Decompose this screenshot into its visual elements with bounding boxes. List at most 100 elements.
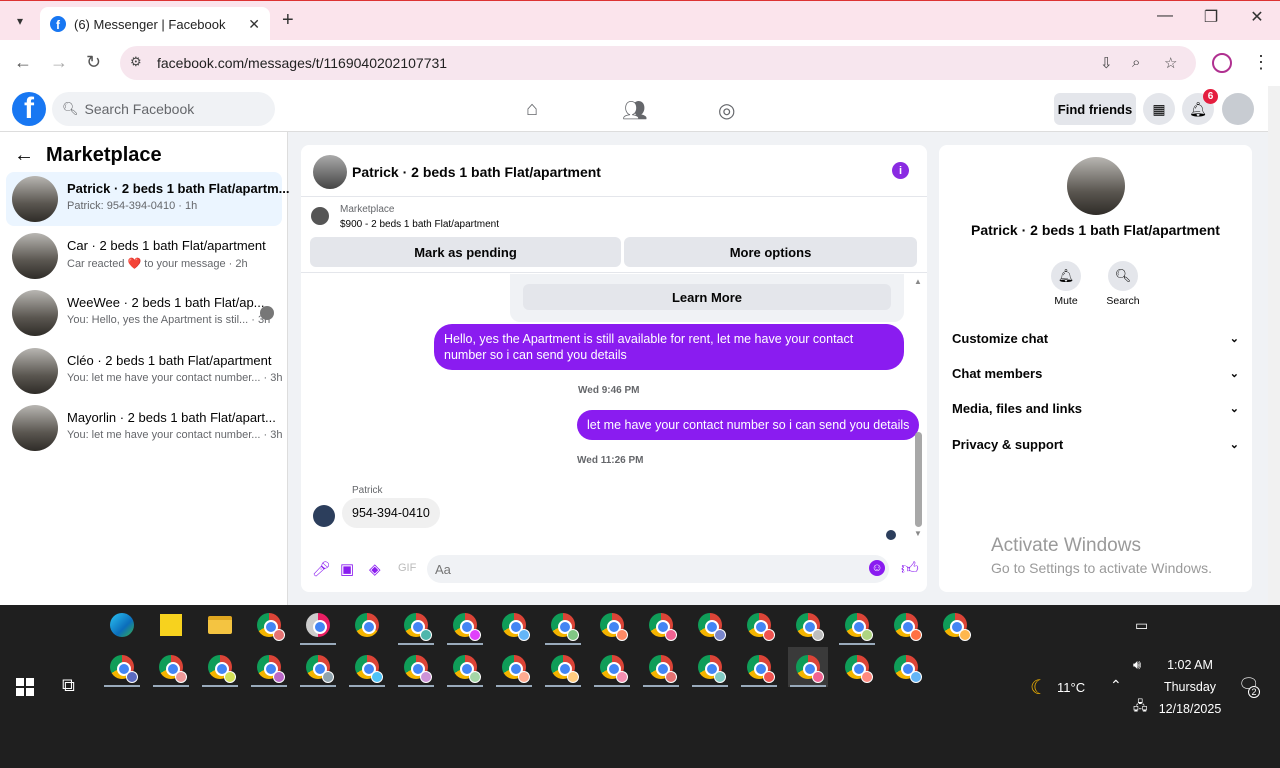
chrome-profile-icon[interactable] [592, 647, 632, 687]
thumbs-up-icon[interactable]: 👍︎ [901, 558, 919, 579]
search-facebook-input[interactable]: 🔍︎ Search Facebook [52, 92, 275, 126]
customize-chat-row[interactable]: Customize chat ⌄ [952, 326, 1239, 350]
conversation-item[interactable]: Cléo · 2 beds 1 bath Flat/apartment You:… [6, 344, 282, 398]
chrome-profile-icon[interactable] [788, 605, 828, 645]
chrome-profile-icon[interactable] [249, 605, 289, 645]
chat-title[interactable]: Patrick · 2 beds 1 bath Flat/apartment [352, 164, 601, 180]
sticker-icon[interactable]: ◈ [369, 560, 381, 578]
tab-close-icon[interactable]: ✕ [248, 16, 260, 33]
conversation-item[interactable]: Mayorlin · 2 beds 1 bath Flat/apart... Y… [6, 401, 282, 455]
chrome-profile-icon[interactable] [690, 605, 730, 645]
mute-button[interactable]: 🔔︎ Mute [1036, 261, 1096, 307]
chrome-profile-icon[interactable] [837, 605, 877, 645]
find-friends-button[interactable]: Find friends [1054, 93, 1136, 125]
browser-profile-icon[interactable] [1212, 53, 1232, 73]
file-explorer-icon[interactable] [200, 605, 240, 645]
chrome-profile-icon[interactable] [249, 647, 289, 687]
microphone-icon[interactable]: 🎤︎ [312, 560, 331, 578]
task-view-icon[interactable]: ⧉ [62, 675, 75, 696]
chrome-profile-icon[interactable] [739, 605, 779, 645]
account-avatar[interactable] [1222, 93, 1254, 125]
listing-thumbnail[interactable] [311, 207, 329, 225]
chat-scrollbar[interactable]: ▲ ▼ [914, 277, 923, 538]
chrome-profile-icon[interactable] [935, 605, 975, 645]
listing-price[interactable]: $900 - 2 beds 1 bath Flat/apartment [340, 219, 499, 230]
minimize-icon[interactable]: — [1150, 7, 1180, 25]
scroll-down-icon[interactable]: ▼ [914, 529, 922, 538]
site-settings-icon[interactable]: ⚙ [130, 54, 142, 70]
chrome-profile-icon[interactable] [739, 647, 779, 687]
scroll-up-icon[interactable]: ▲ [914, 277, 922, 286]
search-button[interactable]: 🔍︎ Search [1093, 261, 1153, 307]
chrome-profile-icon[interactable] [151, 647, 191, 687]
gif-icon[interactable]: GIF [398, 562, 416, 574]
weather-moon-icon[interactable]: ☾ [1030, 675, 1048, 700]
chrome-profile-icon[interactable] [298, 647, 338, 687]
incoming-message[interactable]: 954-394-0410 [342, 498, 440, 528]
chrome-profile-icon[interactable] [445, 647, 485, 687]
scrollbar-thumb[interactable] [915, 432, 922, 527]
home-icon[interactable]: ⌂ [526, 98, 538, 121]
photo-icon[interactable]: ▣ [340, 560, 354, 578]
clock-time[interactable]: 1:02 AM [1160, 658, 1220, 672]
chrome-profile-icon[interactable] [886, 647, 926, 687]
chrome-profile-icon[interactable] [445, 605, 485, 645]
tab-list-chevron-icon[interactable]: ▾ [8, 9, 32, 33]
edge-icon[interactable] [102, 605, 142, 645]
facebook-logo-icon[interactable]: f [12, 92, 46, 126]
volume-icon[interactable]: 🔊︎ [1133, 657, 1141, 673]
menu-grid-icon[interactable]: ▦ [1143, 93, 1175, 125]
chat-members-row[interactable]: Chat members ⌄ [952, 361, 1239, 385]
omnibox[interactable]: ⚙ facebook.com/messages/t/11690402021077… [120, 46, 1196, 80]
back-arrow-icon[interactable]: ← [14, 52, 32, 73]
conversation-item[interactable]: WeeWee · 2 beds 1 bath Flat/ap... You: H… [6, 286, 282, 340]
weather-temp[interactable]: 11°C [1057, 680, 1085, 695]
conversation-item[interactable]: Patrick · 2 beds 1 bath Flat/apartm... P… [6, 172, 290, 226]
chat-avatar[interactable] [313, 155, 347, 189]
url-text[interactable]: facebook.com/messages/t/1169040202107731 [157, 55, 447, 71]
privacy-support-row[interactable]: Privacy & support ⌄ [952, 432, 1239, 456]
chrome-profile-icon[interactable] [396, 647, 436, 687]
mark-as-pending-button[interactable]: Mark as pending [310, 237, 621, 267]
chrome-profile-icon[interactable] [543, 647, 583, 687]
windows-start-icon[interactable] [16, 678, 34, 696]
chevron-up-icon[interactable]: ⌃ [1110, 677, 1122, 694]
chrome-profile-icon[interactable] [494, 647, 534, 687]
network-icon[interactable]: 🖧 [1133, 697, 1148, 719]
new-tab-plus-icon[interactable]: + [282, 9, 294, 32]
learn-more-button[interactable]: Learn More [523, 284, 891, 310]
groups-icon[interactable]: ◎ [718, 98, 735, 123]
chrome-icon[interactable] [347, 605, 387, 645]
chrome-profile-icon[interactable] [396, 605, 436, 645]
sticky-notes-icon[interactable] [151, 605, 191, 645]
chrome-profile-icon[interactable] [886, 605, 926, 645]
zoom-icon[interactable]: ⌕ [1132, 54, 1140, 71]
install-app-icon[interactable]: ⇩ [1100, 54, 1113, 72]
app-icon[interactable] [298, 605, 338, 645]
chrome-profile-icon[interactable] [494, 605, 534, 645]
chrome-profile-icon[interactable] [690, 647, 730, 687]
chrome-profile-icon[interactable] [592, 605, 632, 645]
chrome-profile-icon[interactable] [543, 605, 583, 645]
media-files-links-row[interactable]: Media, files and links ⌄ [952, 396, 1239, 420]
friends-icon[interactable]: 👥︎ [622, 98, 647, 123]
restore-icon[interactable]: ❐ [1196, 7, 1226, 27]
forward-arrow-icon[interactable]: → [50, 52, 68, 73]
listing-avatar[interactable] [1067, 157, 1125, 215]
conversation-item[interactable]: Car · 2 beds 1 bath Flat/apartment Car r… [6, 229, 282, 283]
outgoing-message[interactable]: Hello, yes the Apartment is still availa… [434, 324, 904, 370]
outgoing-message[interactable]: let me have your contact number so i can… [577, 410, 920, 440]
meet-now-icon[interactable]: ▭ [1135, 617, 1148, 634]
info-icon[interactable]: i [892, 162, 909, 179]
clock-day[interactable]: Thursday [1158, 680, 1222, 694]
more-options-button[interactable]: More options [624, 237, 917, 267]
chrome-profile-icon[interactable] [837, 647, 877, 687]
chrome-profile-icon[interactable] [641, 647, 681, 687]
clock-date[interactable]: 12/18/2025 [1156, 702, 1224, 716]
sender-avatar[interactable] [313, 505, 335, 527]
page-scrollbar[interactable] [1268, 86, 1280, 606]
message-input[interactable] [427, 555, 889, 583]
browser-menu-icon[interactable]: ⋮ [1252, 52, 1270, 73]
chrome-profile-icon[interactable] [347, 647, 387, 687]
back-arrow-icon[interactable]: ← [14, 144, 34, 167]
